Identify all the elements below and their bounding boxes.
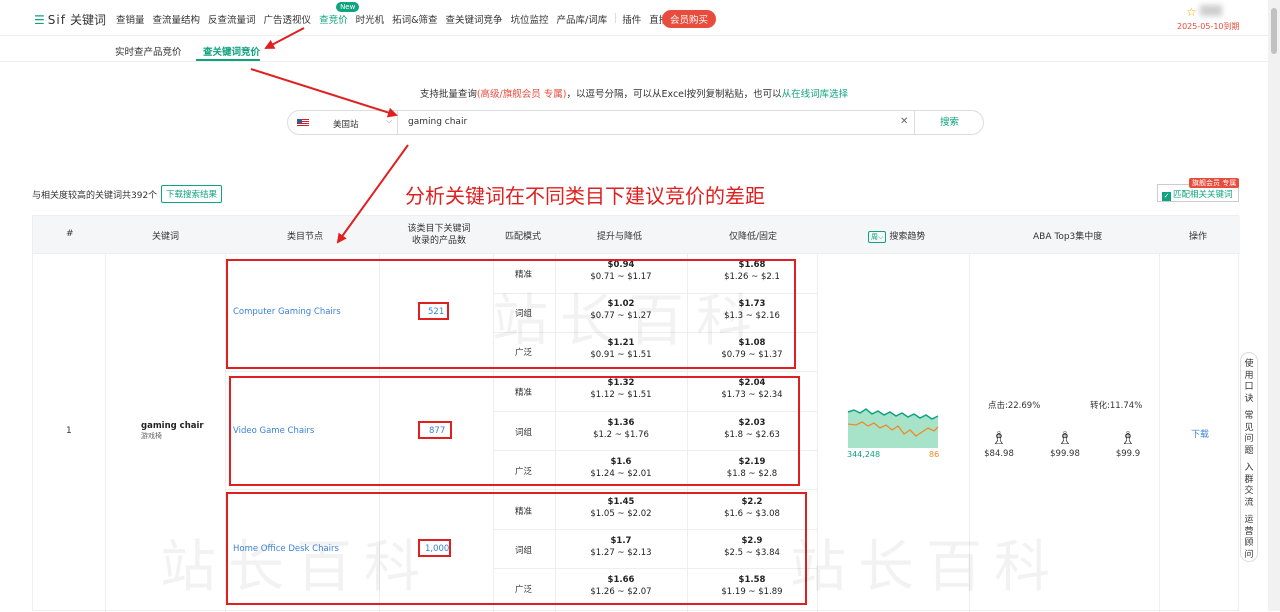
nav-item-keyword-competition[interactable]: 查关键词竞争 bbox=[446, 12, 503, 26]
watermark: 站长百科 bbox=[160, 535, 432, 600]
col-trend-label: 搜索趋势 bbox=[889, 232, 926, 242]
tab-keyword-bid[interactable]: 查关键词竞价 bbox=[203, 44, 260, 58]
watermark: 站长百科 bbox=[492, 289, 764, 354]
divider bbox=[1159, 254, 1160, 612]
active-tab-indicator bbox=[196, 59, 260, 61]
col-keyword: 关键词 bbox=[152, 232, 180, 242]
us-flag-icon bbox=[297, 119, 309, 127]
logo-text: 关键词 bbox=[69, 13, 106, 27]
trend-volume-value: 344,248 bbox=[847, 450, 881, 459]
logo-brand: Sif bbox=[47, 13, 66, 27]
search-trend-sparkline[interactable] bbox=[846, 406, 942, 448]
trend-period-select[interactable]: 周⌵ bbox=[868, 231, 887, 243]
col-match-mode: 匹配模式 bbox=[505, 232, 542, 242]
col-down-fixed: 仅降低/固定 bbox=[729, 232, 778, 242]
col-up-down: 提升与降低 bbox=[597, 232, 643, 242]
site-label: 美国站 bbox=[333, 120, 359, 130]
nav-item-bid-check[interactable]: 查竞价 New bbox=[319, 2, 360, 26]
match-label: 匹配相关关键词 bbox=[1173, 190, 1233, 200]
chair-icon: ♗ bbox=[1056, 428, 1074, 449]
divider bbox=[105, 254, 106, 612]
hint-middle: ，以逗号分隔，可以从Excel按列复制粘贴，也可以 bbox=[566, 89, 782, 100]
trend-rank-value: 86 bbox=[929, 450, 940, 459]
search-input[interactable]: gaming chair bbox=[408, 117, 467, 127]
tab-product-bid[interactable]: 实时查产品竞价 bbox=[115, 44, 182, 58]
nav-item-expand-filter[interactable]: 拓词&筛查 bbox=[392, 12, 437, 26]
nav-item-slot-monitor[interactable]: 坑位监控 bbox=[511, 12, 549, 26]
avatar[interactable] bbox=[1200, 5, 1222, 16]
batch-query-hint: 支持批量查询(高级/旗舰会员 专属)，以逗号分隔，可以从Excel按列复制粘贴，… bbox=[0, 86, 1268, 100]
top-navbar: ☰ Sif 关键词 查销量 查流量结构 反查流量词 广告透视仪 查竞价 New 时光机… bbox=[0, 0, 1268, 36]
expiry-date: 2025-05-10到期 bbox=[1177, 22, 1240, 31]
side-help-panel: 使用口诀 常见问题 入群交流 运营顾问 bbox=[1240, 352, 1258, 562]
highlight-box bbox=[229, 376, 800, 486]
highlight-box bbox=[418, 421, 452, 439]
top-product-2[interactable]: ♗ $99.98 bbox=[1045, 428, 1085, 459]
aba-click-share: 点击:22.69% bbox=[988, 401, 1041, 411]
main-nav: 查销量 查流量结构 反查流量词 广告透视仪 查竞价 New 时光机 拓词&筛查 查… bbox=[116, 2, 703, 26]
side-item-consultant[interactable]: 运营顾问 bbox=[1241, 515, 1257, 561]
trend-period-value: 周 bbox=[871, 233, 878, 241]
nav-item-ad-insight[interactable]: 广告透视仪 bbox=[264, 12, 312, 26]
vip-badge: 旗舰会员 专属 bbox=[1189, 178, 1240, 188]
nav-item-sales[interactable]: 查销量 bbox=[116, 12, 145, 26]
table-header: # 关键词 类目节点 该类目下关键词 收录的产品数 匹配模式 提升与降低 仅降低/… bbox=[33, 216, 1240, 254]
watermark: 站长百科 bbox=[790, 535, 1062, 600]
col-product-count-l2: 收录的产品数 bbox=[411, 236, 466, 246]
menu-icon: ☰ bbox=[34, 13, 45, 27]
product-price: $99.9 bbox=[1115, 449, 1141, 459]
checkbox-icon: ✓ bbox=[1162, 192, 1171, 201]
nav-item-plugin[interactable]: 插件 bbox=[622, 12, 641, 26]
col-num: # bbox=[66, 229, 74, 239]
download-results-button[interactable]: 下载搜索结果 bbox=[161, 185, 223, 203]
nav-item-time-machine[interactable]: 时光机 bbox=[356, 12, 385, 26]
col-trend: 周⌵ 搜索趋势 bbox=[868, 229, 925, 243]
scrollbar[interactable] bbox=[1268, 0, 1280, 611]
chair-icon: ♗ bbox=[990, 428, 1008, 449]
crown-icon[interactable]: ☆ bbox=[1186, 5, 1200, 19]
search-bar: 美国站 ⌵ gaming chair ✕ 搜索 bbox=[287, 110, 984, 135]
aba-conversion-share: 转化:11.74% bbox=[1090, 401, 1143, 411]
search-button[interactable]: 搜索 bbox=[914, 111, 984, 134]
side-item-faq[interactable]: 常见问题 bbox=[1241, 411, 1257, 457]
nav-item-reverse-keyword[interactable]: 反查流量词 bbox=[208, 12, 256, 26]
col-action: 操作 bbox=[1189, 232, 1208, 242]
keyword-text: gaming chair bbox=[141, 421, 204, 431]
col-product-count-l1: 该类目下关键词 bbox=[407, 224, 471, 234]
col-category: 类目节点 bbox=[287, 232, 324, 242]
download-link[interactable]: 下载 bbox=[1191, 427, 1209, 440]
site-select[interactable]: 美国站 ⌵ bbox=[288, 111, 398, 134]
highlight-box bbox=[418, 302, 449, 320]
buy-membership-button[interactable]: 会员购买 bbox=[662, 10, 717, 28]
nav-item-bid-check-label: 查竞价 bbox=[319, 15, 348, 26]
top-product-1[interactable]: ♗ $84.98 bbox=[979, 428, 1019, 459]
chair-icon: ♗ bbox=[1119, 428, 1137, 449]
side-item-tips[interactable]: 使用口诀 bbox=[1241, 359, 1257, 405]
logo[interactable]: ☰ Sif 关键词 bbox=[34, 11, 106, 28]
col-aba: ABA Top3集中度 bbox=[1033, 232, 1103, 242]
annotation-text: 分析关键词在不同类目下建议竞价的差距 bbox=[405, 184, 765, 208]
col-product-count: 该类目下关键词 收录的产品数 bbox=[404, 223, 474, 247]
clear-icon[interactable]: ✕ bbox=[900, 116, 908, 127]
nav-item-traffic-structure[interactable]: 查流量结构 bbox=[153, 12, 201, 26]
product-price: $84.98 bbox=[984, 449, 1014, 459]
new-badge: New bbox=[336, 2, 360, 12]
row-number: 1 bbox=[66, 426, 72, 436]
nav-divider bbox=[615, 13, 617, 23]
top-product-3[interactable]: ♗ $99.9 bbox=[1108, 428, 1148, 459]
divider bbox=[225, 371, 817, 372]
keyword-translation: 游戏椅 bbox=[141, 432, 162, 440]
product-price: $99.98 bbox=[1050, 449, 1080, 459]
hint-prefix: 支持批量查询 bbox=[419, 89, 477, 100]
online-library-link[interactable]: 从在线词库选择 bbox=[782, 89, 849, 100]
hint-vip: (高级/旗舰会员 专属) bbox=[476, 89, 567, 100]
scrollbar-thumb[interactable] bbox=[1271, 8, 1277, 54]
keyword-count: 与相关度较高的关键词共392个 bbox=[32, 191, 158, 201]
subtab-bar: 实时查产品竞价 查关键词竞价 bbox=[0, 36, 1268, 62]
divider bbox=[225, 489, 817, 490]
side-item-join-group[interactable]: 入群交流 bbox=[1241, 463, 1257, 509]
chevron-down-icon: ⌵ bbox=[386, 116, 393, 125]
nav-item-product-library[interactable]: 产品库/词库 bbox=[557, 12, 608, 26]
